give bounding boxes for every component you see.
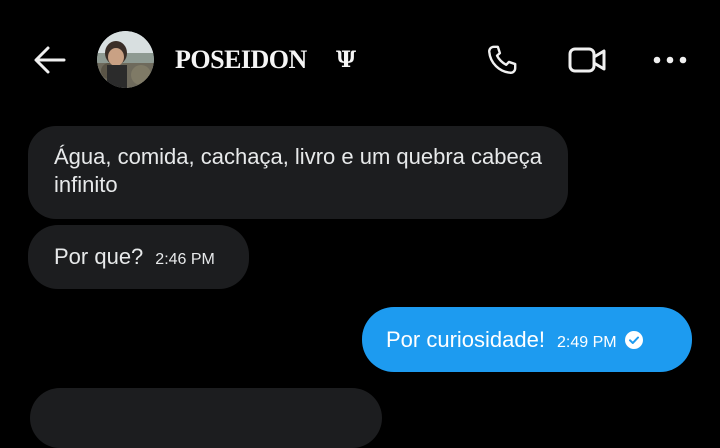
message-bubble-outgoing[interactable]: Por curiosidade! 2:49 PM: [362, 307, 692, 372]
chat-header: POSEIDON Ψ: [0, 0, 720, 120]
message-text: Água, comida, cachaça, livro e um quebra…: [54, 144, 542, 197]
avatar[interactable]: [97, 31, 154, 88]
message-text: Por curiosidade!: [386, 327, 545, 352]
more-options-button[interactable]: [648, 38, 692, 82]
message-bubble-incoming-partial[interactable]: [30, 388, 382, 448]
message-text: Por que?: [54, 244, 144, 269]
back-arrow-icon: [34, 46, 66, 74]
message-bubble-incoming[interactable]: Por que? 2:46 PM: [28, 225, 249, 289]
message-time: 2:46 PM: [155, 251, 215, 268]
message-time: 2:49 PM: [556, 334, 617, 351]
more-dots-icon: [653, 56, 687, 64]
message-bubble-incoming[interactable]: Água, comida, cachaça, livro e um quebra…: [28, 126, 568, 219]
video-camera-icon: [568, 47, 606, 73]
video-call-button[interactable]: [565, 38, 609, 82]
phone-icon: [488, 45, 517, 74]
name-symbol: Ψ: [336, 47, 357, 73]
call-button[interactable]: [480, 38, 524, 82]
avatar-photo: [97, 31, 154, 88]
back-button[interactable]: [28, 38, 72, 82]
read-check-icon: [624, 331, 643, 349]
contact-name[interactable]: POSEIDON: [175, 44, 307, 76]
